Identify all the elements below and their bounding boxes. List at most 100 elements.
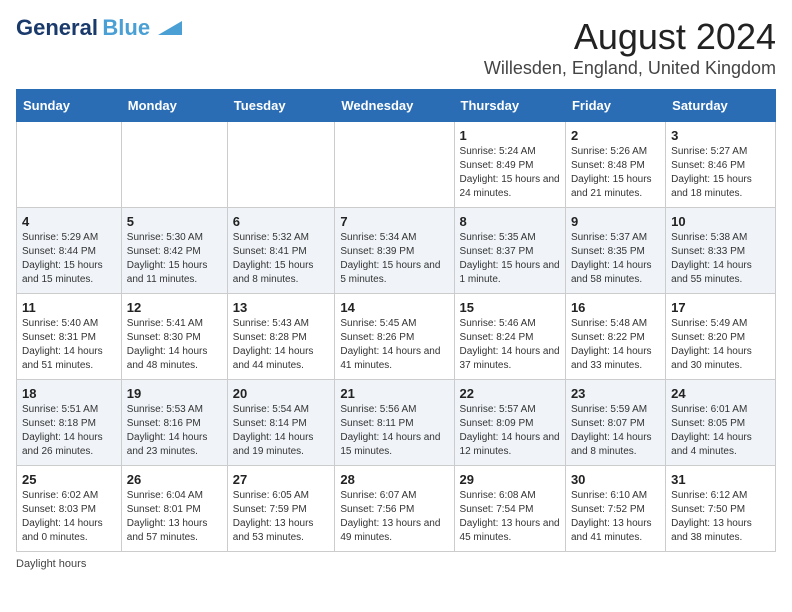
sunset-text: Sunset: 8:46 PM [671,159,770,173]
day-info: Sunrise: 5:40 AM Sunset: 8:31 PM Dayligh… [22,317,116,373]
sunrise-text: Sunrise: 5:27 AM [671,145,770,159]
sunrise-text: Sunrise: 5:37 AM [571,231,660,245]
table-row [227,122,335,208]
sunset-text: Sunset: 8:03 PM [22,503,116,517]
sunrise-text: Sunrise: 6:08 AM [460,489,560,503]
day-info: Sunrise: 5:51 AM Sunset: 8:18 PM Dayligh… [22,403,116,459]
day-number: 16 [571,300,660,315]
day-number: 22 [460,386,560,401]
col-tuesday: Tuesday [227,90,335,122]
calendar-week-row: 25 Sunrise: 6:02 AM Sunset: 8:03 PM Dayl… [17,466,776,552]
day-number: 17 [671,300,770,315]
day-info: Sunrise: 5:57 AM Sunset: 8:09 PM Dayligh… [460,403,560,459]
daylight-text: Daylight: 14 hours and 41 minutes. [340,345,448,373]
daylight-text: Daylight: 14 hours and 12 minutes. [460,431,560,459]
sunrise-text: Sunrise: 6:02 AM [22,489,116,503]
sunrise-text: Sunrise: 5:26 AM [571,145,660,159]
table-row: 13 Sunrise: 5:43 AM Sunset: 8:28 PM Dayl… [227,294,335,380]
day-info: Sunrise: 6:02 AM Sunset: 8:03 PM Dayligh… [22,489,116,545]
sunrise-text: Sunrise: 6:01 AM [671,403,770,417]
day-number: 29 [460,472,560,487]
day-info: Sunrise: 5:38 AM Sunset: 8:33 PM Dayligh… [671,231,770,287]
table-row [17,122,122,208]
day-info: Sunrise: 5:46 AM Sunset: 8:24 PM Dayligh… [460,317,560,373]
sunrise-text: Sunrise: 5:38 AM [671,231,770,245]
table-row: 25 Sunrise: 6:02 AM Sunset: 8:03 PM Dayl… [17,466,122,552]
day-info: Sunrise: 6:04 AM Sunset: 8:01 PM Dayligh… [127,489,222,545]
day-number: 11 [22,300,116,315]
daylight-text: Daylight: 14 hours and 44 minutes. [233,345,330,373]
day-number: 20 [233,386,330,401]
daylight-text: Daylight: 15 hours and 5 minutes. [340,259,448,287]
table-row: 31 Sunrise: 6:12 AM Sunset: 7:50 PM Dayl… [666,466,776,552]
sunrise-text: Sunrise: 5:46 AM [460,317,560,331]
calendar-header-row: Sunday Monday Tuesday Wednesday Thursday… [17,90,776,122]
day-number: 18 [22,386,116,401]
daylight-text: Daylight: 15 hours and 15 minutes. [22,259,116,287]
sunset-text: Sunset: 8:14 PM [233,417,330,431]
table-row: 5 Sunrise: 5:30 AM Sunset: 8:42 PM Dayli… [121,208,227,294]
day-info: Sunrise: 5:56 AM Sunset: 8:11 PM Dayligh… [340,403,448,459]
table-row: 27 Sunrise: 6:05 AM Sunset: 7:59 PM Dayl… [227,466,335,552]
day-info: Sunrise: 6:10 AM Sunset: 7:52 PM Dayligh… [571,489,660,545]
sunrise-text: Sunrise: 5:56 AM [340,403,448,417]
sunset-text: Sunset: 8:20 PM [671,331,770,345]
sunset-text: Sunset: 8:39 PM [340,245,448,259]
day-number: 9 [571,214,660,229]
table-row: 9 Sunrise: 5:37 AM Sunset: 8:35 PM Dayli… [565,208,665,294]
table-row: 6 Sunrise: 5:32 AM Sunset: 8:41 PM Dayli… [227,208,335,294]
day-info: Sunrise: 6:08 AM Sunset: 7:54 PM Dayligh… [460,489,560,545]
table-row: 23 Sunrise: 5:59 AM Sunset: 8:07 PM Dayl… [565,380,665,466]
sunset-text: Sunset: 8:24 PM [460,331,560,345]
sunrise-text: Sunrise: 6:05 AM [233,489,330,503]
daylight-text: Daylight: 14 hours and 19 minutes. [233,431,330,459]
sunset-text: Sunset: 7:54 PM [460,503,560,517]
day-info: Sunrise: 5:32 AM Sunset: 8:41 PM Dayligh… [233,231,330,287]
sunset-text: Sunset: 8:09 PM [460,417,560,431]
sunrise-text: Sunrise: 5:35 AM [460,231,560,245]
day-info: Sunrise: 5:26 AM Sunset: 8:48 PM Dayligh… [571,145,660,201]
sunset-text: Sunset: 8:30 PM [127,331,222,345]
logo-text-general: General [16,15,98,40]
sunrise-text: Sunrise: 5:48 AM [571,317,660,331]
sunset-text: Sunset: 8:48 PM [571,159,660,173]
sunrise-text: Sunrise: 5:34 AM [340,231,448,245]
daylight-text: Daylight: 14 hours and 37 minutes. [460,345,560,373]
sunrise-text: Sunrise: 6:12 AM [671,489,770,503]
sunset-text: Sunset: 8:22 PM [571,331,660,345]
daylight-text: Daylight: 14 hours and 30 minutes. [671,345,770,373]
sunrise-text: Sunrise: 6:07 AM [340,489,448,503]
col-saturday: Saturday [666,90,776,122]
day-number: 7 [340,214,448,229]
day-info: Sunrise: 5:43 AM Sunset: 8:28 PM Dayligh… [233,317,330,373]
day-number: 23 [571,386,660,401]
daylight-text: Daylight: 13 hours and 57 minutes. [127,517,222,545]
sunrise-text: Sunrise: 5:54 AM [233,403,330,417]
sunset-text: Sunset: 7:59 PM [233,503,330,517]
daylight-text: Daylight: 13 hours and 38 minutes. [671,517,770,545]
sunrise-text: Sunrise: 5:51 AM [22,403,116,417]
footnote: Daylight hours [16,558,776,570]
day-number: 1 [460,128,560,143]
sunset-text: Sunset: 8:41 PM [233,245,330,259]
day-number: 5 [127,214,222,229]
daylight-text: Daylight: 13 hours and 49 minutes. [340,517,448,545]
day-info: Sunrise: 5:29 AM Sunset: 8:44 PM Dayligh… [22,231,116,287]
daylight-text: Daylight: 14 hours and 15 minutes. [340,431,448,459]
daylight-text: Daylight: 15 hours and 8 minutes. [233,259,330,287]
day-info: Sunrise: 5:37 AM Sunset: 8:35 PM Dayligh… [571,231,660,287]
daylight-text: Daylight: 14 hours and 51 minutes. [22,345,116,373]
sunset-text: Sunset: 8:33 PM [671,245,770,259]
calendar-table: Sunday Monday Tuesday Wednesday Thursday… [16,89,776,552]
table-row: 30 Sunrise: 6:10 AM Sunset: 7:52 PM Dayl… [565,466,665,552]
sunrise-text: Sunrise: 5:41 AM [127,317,222,331]
day-info: Sunrise: 5:27 AM Sunset: 8:46 PM Dayligh… [671,145,770,201]
table-row: 15 Sunrise: 5:46 AM Sunset: 8:24 PM Dayl… [454,294,565,380]
day-number: 13 [233,300,330,315]
day-number: 8 [460,214,560,229]
day-info: Sunrise: 6:01 AM Sunset: 8:05 PM Dayligh… [671,403,770,459]
daylight-text: Daylight: 14 hours and 33 minutes. [571,345,660,373]
col-sunday: Sunday [17,90,122,122]
table-row: 19 Sunrise: 5:53 AM Sunset: 8:16 PM Dayl… [121,380,227,466]
col-friday: Friday [565,90,665,122]
